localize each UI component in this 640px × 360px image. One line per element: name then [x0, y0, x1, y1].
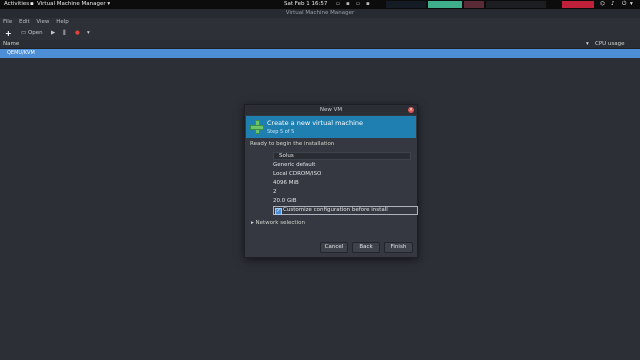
window-title-bar: Virtual Machine Manager: [0, 9, 640, 18]
memory-monitor-graph: [464, 1, 484, 8]
system-monitor-graph: [386, 1, 426, 8]
install-value: Local CDROM/ISO: [273, 171, 322, 177]
cpu-monitor-graph: [428, 1, 462, 8]
open-button[interactable]: ▭ Open: [21, 27, 43, 40]
network-selection-expander[interactable]: ▸ Network selection: [251, 220, 305, 226]
tray-indicator-icon[interactable]: ▫: [356, 0, 360, 9]
column-sort-chevron-icon[interactable]: ▾: [586, 40, 589, 48]
menu-view[interactable]: View: [36, 19, 49, 25]
customize-label: Customize configuration before install: [283, 207, 388, 213]
dialog-title: New VM: [319, 107, 343, 113]
activities-button[interactable]: Activities: [4, 0, 29, 9]
wizard-title: Create a new virtual machine: [267, 119, 363, 127]
monitor-icon: ▭: [21, 30, 27, 36]
tray-indicator-icon[interactable]: ▪: [346, 0, 350, 9]
run-button[interactable]: ▶: [51, 27, 55, 40]
app-menu-icon: ▪: [30, 1, 34, 7]
os-row: Generic default: [250, 161, 412, 169]
storage-row: 20.0 GiB: [250, 197, 412, 205]
new-vm-button[interactable]: +: [5, 27, 12, 40]
open-label: Open: [27, 30, 43, 36]
new-vm-dialog: New VM × Create a new virtual machine St…: [244, 104, 418, 258]
network-icon[interactable]: ⌬: [600, 0, 605, 9]
menu-file[interactable]: File: [3, 19, 12, 25]
gnome-top-bar: Activities ▪ Virtual Machine Manager ▾ S…: [0, 0, 640, 9]
os-value: Generic default: [273, 162, 316, 168]
system-menu-chevron-icon[interactable]: ▾: [630, 0, 633, 9]
menu-bar: File Edit View Help: [0, 18, 640, 27]
shutdown-menu-chevron-icon[interactable]: ▾: [87, 27, 90, 40]
expander-arrow-icon: ▸: [251, 220, 254, 226]
close-icon[interactable]: ×: [408, 107, 414, 113]
wizard-header: Create a new virtual machine Step 5 of 5: [246, 116, 416, 138]
customize-checkbox[interactable]: ✓: [275, 208, 282, 215]
clock[interactable]: Sat Feb 1 16:57: [284, 0, 327, 9]
menu-help[interactable]: Help: [56, 19, 69, 25]
network-monitor-graph: [486, 1, 546, 8]
power-icon[interactable]: ⏻: [622, 0, 626, 9]
dialog-title-bar: New VM: [245, 105, 417, 115]
ready-text: Ready to begin the installation: [250, 141, 335, 147]
tray-indicator-icon[interactable]: ▫: [336, 0, 340, 9]
menu-edit[interactable]: Edit: [19, 19, 30, 25]
memory-row: 4096 MiB: [250, 179, 412, 187]
connection-row-qemu-kvm[interactable]: QEMU/KVM: [0, 49, 640, 58]
vm-name-field[interactable]: Solus: [273, 152, 411, 160]
wizard-step: Step 5 of 5: [267, 129, 295, 135]
connection-label: QEMU/KVM: [7, 50, 35, 56]
cpus-value: 2: [273, 189, 277, 195]
finish-button[interactable]: Finish: [384, 242, 413, 253]
add-vm-icon: [250, 120, 264, 134]
vm-list-header: Name ▾ CPU usage: [0, 40, 640, 49]
customize-checkbox-row[interactable]: ✓ Customize configuration before install: [273, 206, 418, 215]
storage-value: 20.0 GiB: [273, 198, 297, 204]
cpus-row: 2: [250, 188, 412, 196]
back-button[interactable]: Back: [352, 242, 380, 253]
network-selection-label: Network selection: [255, 220, 305, 226]
tray-indicator-icon[interactable]: ▪: [366, 0, 370, 9]
install-row: Local CDROM/ISO: [250, 170, 412, 178]
shutdown-icon[interactable]: ●: [75, 27, 80, 40]
app-menu[interactable]: Virtual Machine Manager ▾: [37, 0, 110, 9]
app-menu-label: Virtual Machine Manager: [37, 1, 106, 7]
load-monitor-graph: [562, 1, 594, 8]
customize-row: ✓ Customize configuration before install: [250, 206, 418, 215]
toolbar: + ▭ Open ▶ ∥ ● ▾: [0, 27, 640, 40]
volume-icon[interactable]: ♪: [611, 0, 615, 9]
column-name-header[interactable]: Name: [3, 40, 19, 48]
pause-button[interactable]: ∥: [63, 27, 66, 40]
name-row: Solus: [250, 152, 412, 160]
cancel-button[interactable]: Cancel: [320, 242, 348, 253]
memory-value: 4096 MiB: [273, 180, 299, 186]
window-title: Virtual Machine Manager: [285, 10, 355, 16]
column-cpu-header[interactable]: CPU usage: [595, 40, 625, 48]
